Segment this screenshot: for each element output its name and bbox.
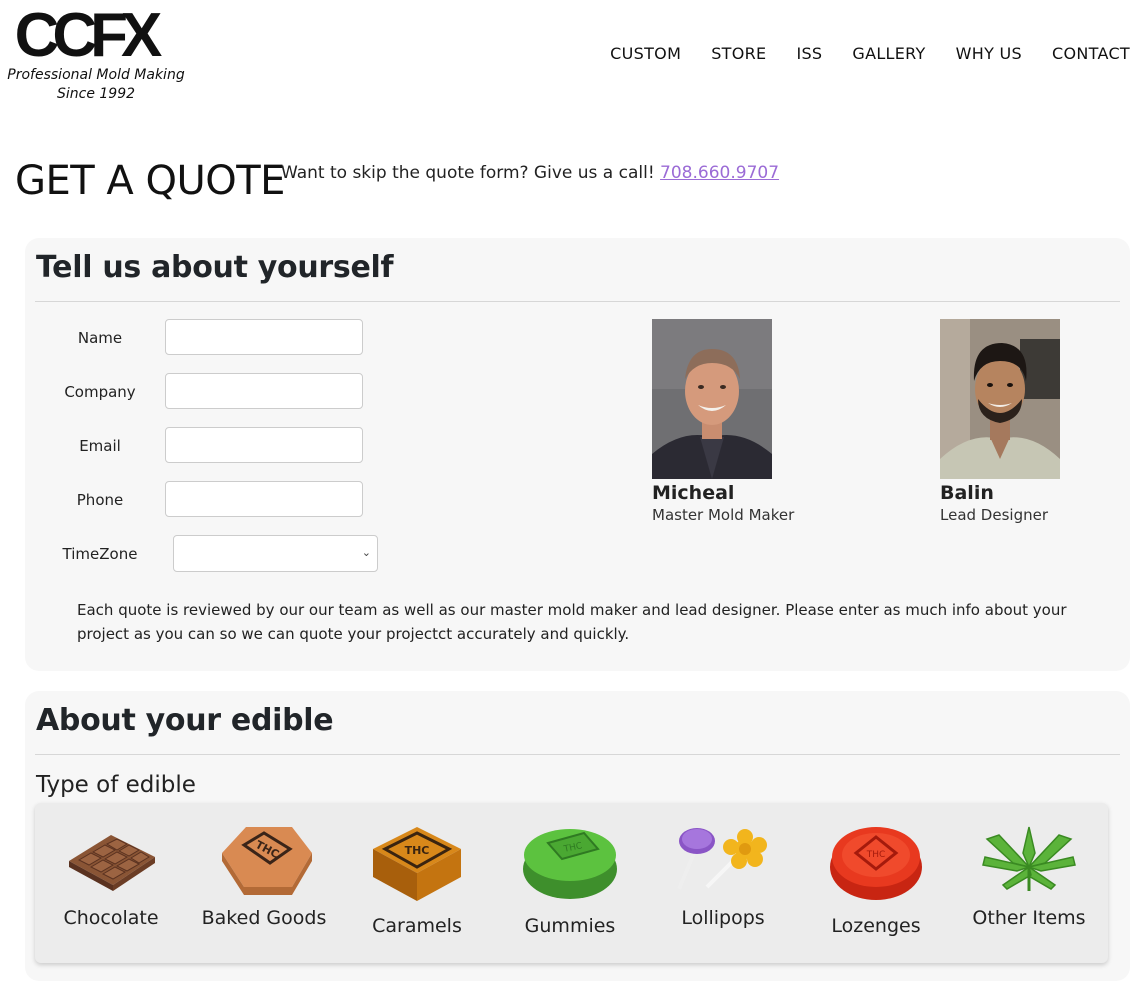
edible-option-lollipops[interactable]: Lollipops	[648, 823, 798, 929]
nav-gallery[interactable]: GALLERY	[852, 44, 925, 63]
about-edible-heading: About your edible	[36, 703, 334, 738]
leaf-icon	[982, 826, 1076, 891]
svg-text:THC: THC	[866, 850, 886, 860]
nav-why-us[interactable]: WHY US	[956, 44, 1022, 63]
baked-goods-icon: THC	[222, 827, 312, 895]
person-name: Micheal	[652, 482, 735, 504]
person-role: Master Mold Maker	[652, 506, 795, 524]
person-role: Lead Designer	[940, 506, 1048, 524]
edible-type-picker: Chocolate THC Baked Goods THC Caramels T…	[35, 803, 1108, 963]
lollipops-icon	[677, 828, 767, 890]
timezone-label: TimeZone	[62, 545, 138, 563]
caramels-icon: THC	[373, 827, 461, 901]
email-input[interactable]	[165, 427, 363, 463]
edible-label: Baked Goods	[201, 907, 327, 929]
edible-option-baked-goods[interactable]: THC Baked Goods	[189, 823, 339, 929]
gummies-icon: THC	[523, 829, 617, 899]
edible-option-gummies[interactable]: THC Gummies	[495, 823, 645, 937]
edible-label: Gummies	[524, 915, 616, 937]
about-edible-card: About your edible Type of edible Chocola…	[25, 691, 1130, 981]
section-divider	[35, 754, 1120, 755]
type-of-edible-heading: Type of edible	[36, 772, 196, 798]
edible-option-caramels[interactable]: THC Caramels	[342, 823, 492, 937]
phone-link[interactable]: 708.660.9707	[660, 163, 779, 183]
team-member-micheal: Micheal Master Mold Maker	[652, 319, 852, 524]
svg-text:THC: THC	[405, 844, 430, 857]
quote-call-prompt: Want to skip the quote form? Give us a c…	[281, 163, 655, 183]
nav-iss[interactable]: ISS	[796, 44, 822, 63]
edible-label: Lollipops	[681, 907, 765, 929]
nav-store[interactable]: STORE	[711, 44, 766, 63]
edible-option-other-items[interactable]: Other Items	[954, 823, 1104, 929]
edible-label: Chocolate	[63, 907, 159, 929]
team-member-balin: Balin Lead Designer	[940, 319, 1137, 524]
company-label: Company	[64, 383, 136, 401]
chevron-down-icon: ⌄	[361, 546, 371, 559]
edible-label: Lozenges	[831, 915, 921, 937]
about-yourself-heading: Tell us about yourself	[36, 250, 394, 285]
chocolate-icon	[69, 835, 155, 891]
phone-input[interactable]	[165, 481, 363, 517]
section-divider	[35, 301, 1120, 302]
balin-portrait	[940, 319, 1060, 479]
logo-tagline-line1: Professional Mold Making	[7, 67, 185, 83]
main-nav: CUSTOM STORE ISS GALLERY WHY US CONTACT	[610, 44, 1130, 63]
name-label: Name	[77, 329, 123, 347]
email-label: Email	[79, 437, 121, 455]
logo-mark: CCFX	[14, 1, 163, 70]
edible-label: Other Items	[972, 907, 1086, 929]
company-input[interactable]	[165, 373, 363, 409]
quote-call-text: Want to skip the quote form? Give us a c…	[281, 163, 779, 183]
page-title: GET A QUOTE	[15, 158, 285, 204]
logo-tagline-line2: Since 1992	[56, 86, 136, 102]
person-name: Balin	[940, 482, 994, 504]
edible-label: Caramels	[372, 915, 462, 937]
about-yourself-card: Tell us about yourself Name Company Emai…	[25, 238, 1130, 671]
edible-option-chocolate[interactable]: Chocolate	[36, 823, 186, 929]
lozenges-icon: THC	[830, 827, 922, 900]
timezone-select[interactable]: ⌄	[173, 535, 378, 572]
site-logo[interactable]: CCFX Professional Mold Making Since 1992	[0, 1, 192, 104]
nav-custom[interactable]: CUSTOM	[610, 44, 681, 63]
review-note: Each quote is reviewed by our our team a…	[77, 601, 1067, 643]
phone-label: Phone	[76, 491, 124, 509]
micheal-portrait	[652, 319, 772, 479]
name-input[interactable]	[165, 319, 363, 355]
edible-option-lozenges[interactable]: THC Lozenges	[801, 823, 951, 937]
nav-contact[interactable]: CONTACT	[1052, 44, 1130, 63]
